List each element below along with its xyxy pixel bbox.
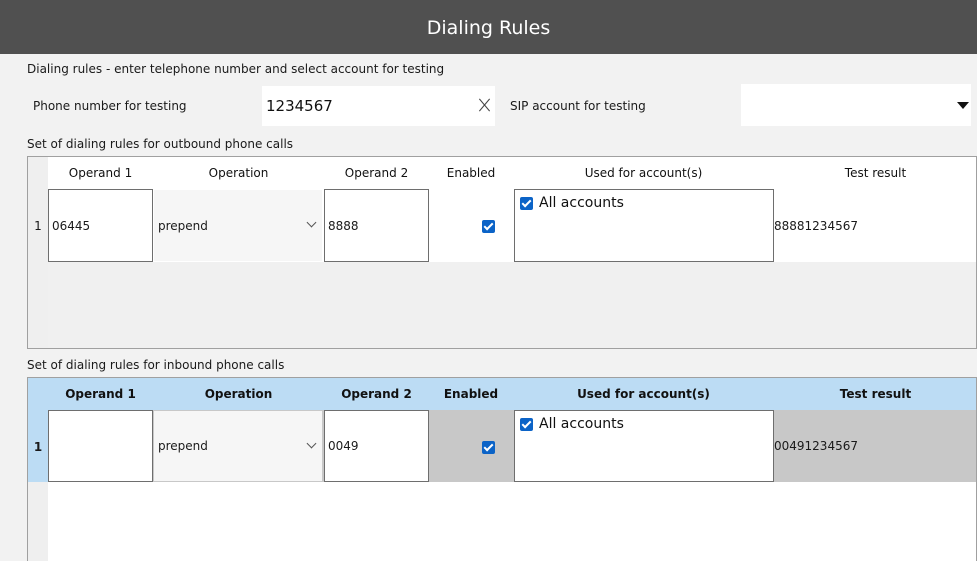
chevron-down-icon[interactable] bbox=[306, 438, 317, 449]
phone-number-input[interactable] bbox=[262, 86, 495, 126]
grid-empty-area bbox=[48, 482, 976, 561]
operand1-field[interactable] bbox=[48, 410, 153, 482]
col-header-operation[interactable]: Operation bbox=[153, 157, 324, 189]
operation-value: prepend bbox=[158, 439, 208, 453]
phone-number-label: Phone number for testing bbox=[33, 99, 187, 113]
col-header-operand2[interactable]: Operand 2 bbox=[324, 157, 429, 189]
all-accounts-checkbox[interactable] bbox=[520, 197, 533, 210]
operation-select[interactable]: prepend bbox=[154, 411, 322, 481]
title-bar: Dialing Rules bbox=[0, 0, 977, 54]
chevron-down-icon[interactable] bbox=[306, 217, 317, 228]
test-result-value: 00491234567 bbox=[774, 439, 858, 453]
row-header-column bbox=[28, 157, 48, 348]
inbound-section-label: Set of dialing rules for inbound phone c… bbox=[27, 358, 285, 372]
inbound-rules-grid: Operand 1 Operation Operand 2 Enabled Us… bbox=[27, 377, 977, 561]
operand2-value: 0049 bbox=[328, 439, 359, 453]
outbound-section-label: Set of dialing rules for outbound phone … bbox=[27, 137, 294, 151]
operand2-value: 8888 bbox=[328, 218, 359, 233]
operation-value: prepend bbox=[158, 218, 208, 233]
phone-number-field[interactable] bbox=[262, 86, 495, 126]
col-header-enabled[interactable]: Enabled bbox=[429, 378, 513, 410]
window-title: Dialing Rules bbox=[426, 17, 551, 39]
operand1-field[interactable]: 06445 bbox=[48, 189, 153, 262]
test-result-value: 88881234567 bbox=[774, 218, 858, 233]
outbound-rules-grid: Operand 1 Operation Operand 2 Enabled Us… bbox=[27, 156, 977, 349]
accounts-list[interactable]: All accounts bbox=[514, 410, 774, 482]
all-accounts-label: All accounts bbox=[539, 195, 624, 211]
accounts-list[interactable]: All accounts bbox=[514, 189, 774, 262]
sip-account-select[interactable] bbox=[741, 84, 971, 126]
close-x-icon[interactable] bbox=[476, 96, 494, 114]
all-accounts-checkbox[interactable] bbox=[520, 418, 533, 431]
col-header-test-result[interactable]: Test result bbox=[774, 157, 976, 189]
enabled-checkbox[interactable] bbox=[482, 441, 495, 454]
operand2-field[interactable]: 0049 bbox=[324, 410, 429, 482]
col-header-enabled[interactable]: Enabled bbox=[429, 157, 513, 189]
col-header-operand1[interactable]: Operand 1 bbox=[48, 378, 153, 410]
testing-section-label: Dialing rules - enter telephone number a… bbox=[27, 62, 445, 76]
col-header-operand1[interactable]: Operand 1 bbox=[48, 157, 153, 189]
col-header-accounts[interactable]: Used for account(s) bbox=[513, 378, 774, 410]
operand1-value: 06445 bbox=[52, 218, 91, 233]
all-accounts-label: All accounts bbox=[539, 416, 624, 432]
col-header-test-result[interactable]: Test result bbox=[774, 378, 976, 410]
col-header-operation[interactable]: Operation bbox=[153, 378, 324, 410]
row-number: 1 bbox=[33, 440, 43, 454]
col-header-operand2[interactable]: Operand 2 bbox=[324, 378, 429, 410]
col-header-accounts[interactable]: Used for account(s) bbox=[513, 157, 774, 189]
row-number: 1 bbox=[34, 219, 42, 233]
enabled-checkbox[interactable] bbox=[482, 220, 495, 233]
operand2-field[interactable]: 8888 bbox=[324, 189, 429, 262]
sip-account-label: SIP account for testing bbox=[510, 99, 646, 113]
caret-down-icon[interactable] bbox=[957, 102, 969, 109]
operation-select[interactable]: prepend bbox=[154, 190, 322, 261]
